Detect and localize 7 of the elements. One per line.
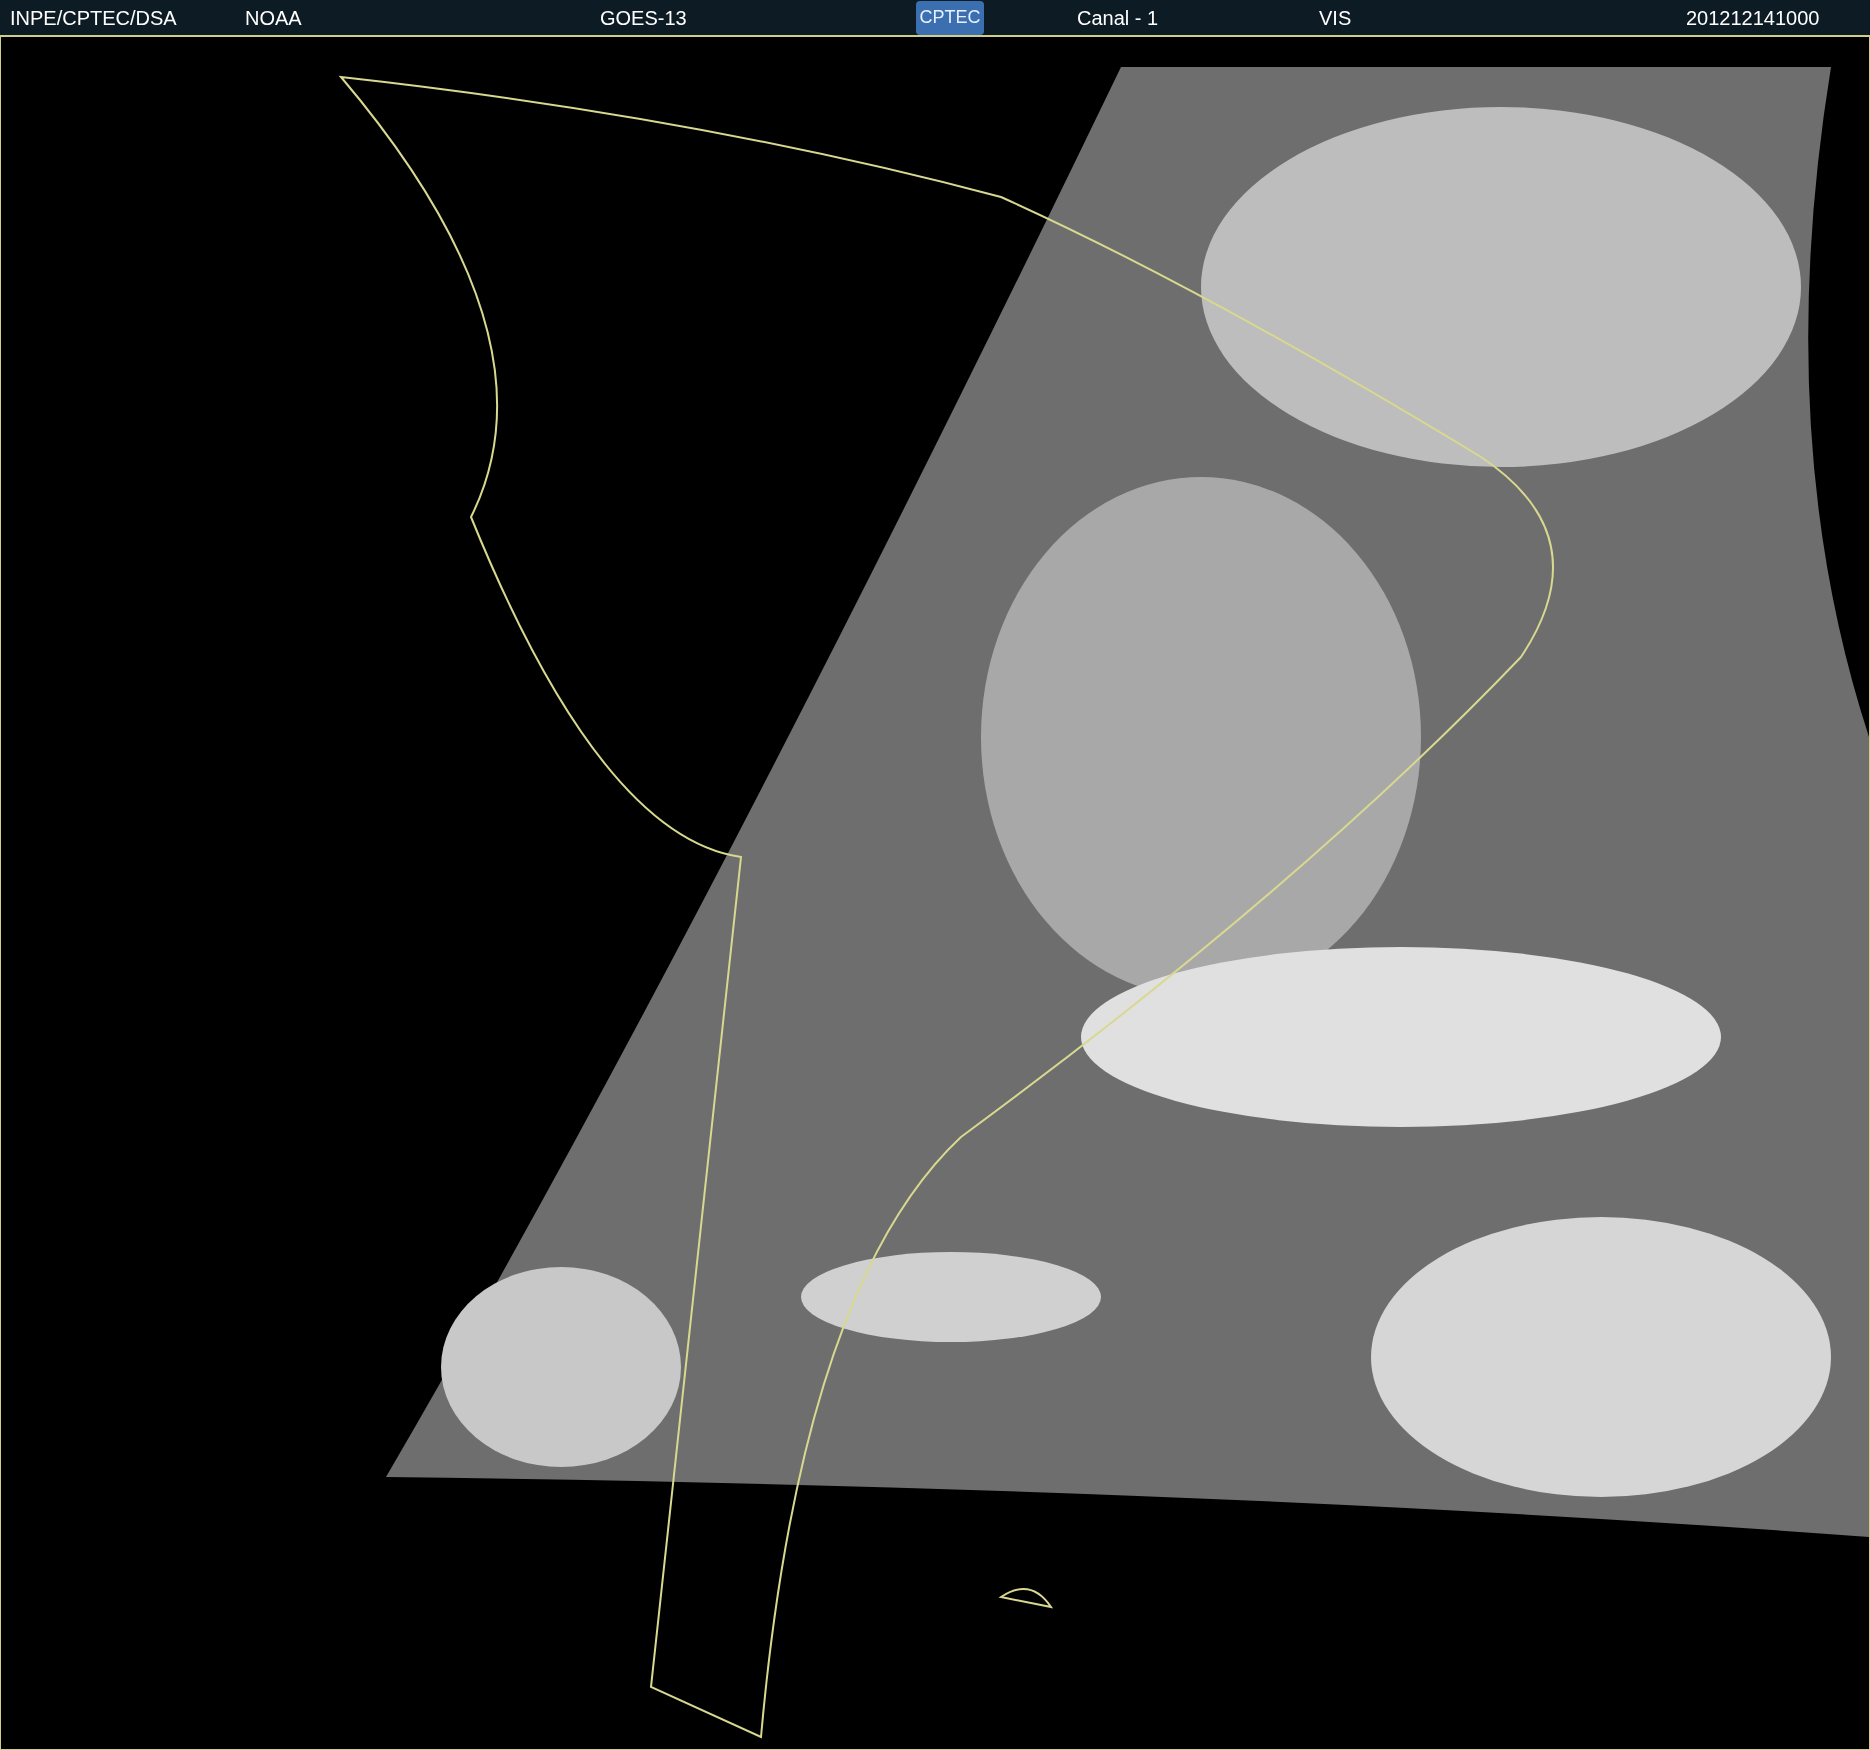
band-label: VIS: [1319, 7, 1353, 28]
agency-label: NOAA: [245, 7, 303, 28]
logo: CPTEC: [916, 0, 984, 35]
timestamp-label: 201212141000: [1686, 7, 1820, 28]
satellite-label: GOES-13: [600, 7, 688, 28]
source-label: INPE/CPTEC/DSA: [10, 7, 178, 28]
channel-label: Canal - 1: [1077, 7, 1160, 28]
